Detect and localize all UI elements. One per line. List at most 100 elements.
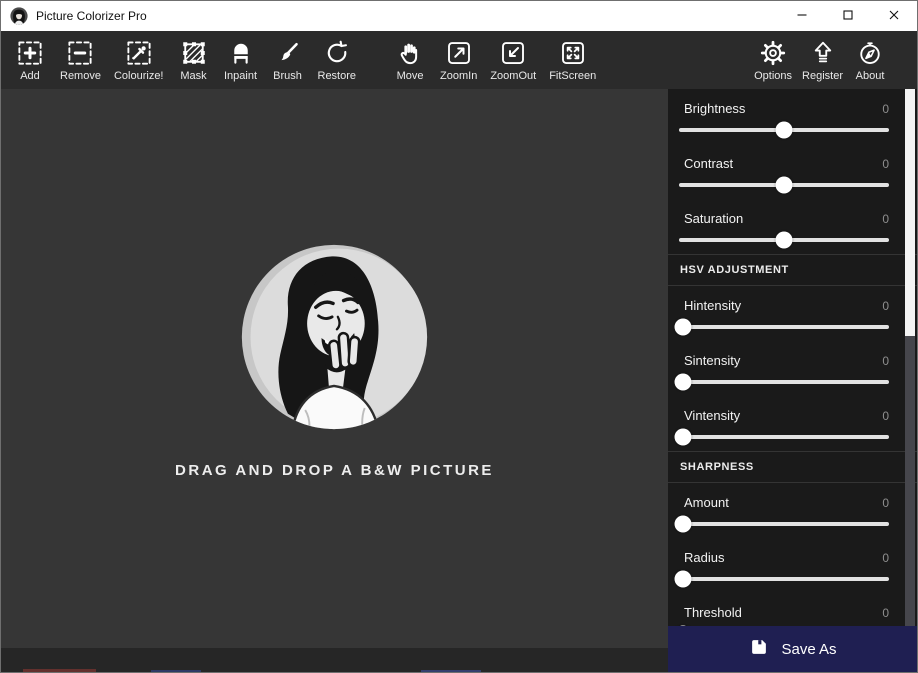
slider-value-threshold: 0 xyxy=(882,606,889,620)
drop-zone[interactable]: DRAG AND DROP A B&W PICTURE xyxy=(175,241,494,479)
tool-register[interactable]: Register xyxy=(802,36,843,82)
save-as-label: Save As xyxy=(781,641,836,658)
slider-group-sintensity: Sintensity0 xyxy=(679,341,889,396)
cropped-content-fragment xyxy=(151,670,201,672)
tool-zoomin[interactable]: ZoomIn xyxy=(440,36,477,82)
tool-colourize[interactable]: Colourize! xyxy=(114,36,164,82)
window-controls xyxy=(779,1,917,31)
tool-options[interactable]: Options xyxy=(754,36,792,82)
slider-label-threshold: Threshold xyxy=(684,605,742,620)
vintensity-slider[interactable] xyxy=(679,435,889,439)
tool-label: Register xyxy=(802,70,843,82)
tool-label: Restore xyxy=(318,70,357,82)
slider-group-saturation: Saturation 0 xyxy=(679,199,889,254)
slider-label-radius: Radius xyxy=(684,550,724,565)
radius-slider-thumb[interactable] xyxy=(675,571,692,588)
image-canvas: DRAG AND DROP A B&W PICTURE xyxy=(1,89,668,648)
slider-group-hintensity: Hintensity 0 xyxy=(679,286,889,341)
titlebar: Picture Colorizer Pro xyxy=(1,1,917,31)
slider-value-saturation: 0 xyxy=(882,212,889,226)
minimize-icon xyxy=(796,9,808,24)
panel-scrollbar[interactable] xyxy=(905,89,915,626)
hintensity-slider[interactable] xyxy=(679,325,889,329)
close-button[interactable] xyxy=(871,1,917,31)
contrast-slider[interactable] xyxy=(679,183,889,187)
tool-zoomout[interactable]: ZoomOut xyxy=(490,36,536,82)
contrast-slider-thumb[interactable] xyxy=(776,177,793,194)
tool-label: Options xyxy=(754,70,792,82)
toolbar-left-group: Add Remove Colourize! Mask Inpaint Brush Resto… xyxy=(13,36,596,82)
toolbar: Add Remove Colourize! Mask Inpaint Brush Resto… xyxy=(1,31,917,89)
tool-fitscreen[interactable]: FitScreen xyxy=(549,36,596,82)
vintensity-slider-thumb[interactable] xyxy=(675,429,692,446)
sintensity-slider-thumb[interactable] xyxy=(675,374,692,391)
tool-label: Move xyxy=(397,70,424,82)
amount-slider-thumb[interactable] xyxy=(675,516,692,533)
colourize-icon xyxy=(124,36,154,69)
about-compass-icon xyxy=(855,36,885,69)
slider-value-radius: 0 xyxy=(882,551,889,565)
slider-label-vintensity: Vintensity xyxy=(684,408,740,423)
tool-about[interactable]: About xyxy=(853,36,887,82)
register-arrow-icon xyxy=(808,36,838,69)
close-icon xyxy=(888,9,900,24)
slider-value-contrast: 0 xyxy=(882,157,889,171)
radius-slider[interactable] xyxy=(679,577,889,581)
tool-label: FitScreen xyxy=(549,70,596,82)
tool-add[interactable]: Add xyxy=(13,36,47,82)
options-gear-icon xyxy=(758,36,788,69)
brush-icon xyxy=(273,36,303,69)
tool-label: Inpaint xyxy=(224,70,257,82)
scrollbar-thumb[interactable] xyxy=(905,89,915,336)
amount-slider[interactable] xyxy=(679,522,889,526)
slider-group-radius: Radius 0 xyxy=(679,538,889,593)
slider-label-brightness: Brightness xyxy=(684,101,745,116)
toolbar-right-group: Options Register About xyxy=(754,36,887,82)
zoom-in-icon xyxy=(444,36,474,69)
tool-label: Add xyxy=(20,70,40,82)
tool-restore[interactable]: Restore xyxy=(318,36,357,82)
brightness-slider[interactable] xyxy=(679,128,889,132)
bottom-status-strip xyxy=(1,648,668,672)
tool-inpaint[interactable]: Inpaint xyxy=(224,36,258,82)
save-floppy-icon xyxy=(748,636,770,662)
slider-value-amount: 0 xyxy=(882,496,889,510)
section-header-hsv-adjustment: HSV ADJUSTMENT xyxy=(668,254,917,286)
slider-group-vintensity: Vintensity0 xyxy=(679,396,889,451)
maximize-button[interactable] xyxy=(825,1,871,31)
saturation-slider[interactable] xyxy=(679,238,889,242)
restore-icon xyxy=(322,36,352,69)
slider-label-saturation: Saturation xyxy=(684,211,743,226)
cropped-content-fragment xyxy=(421,670,481,672)
app-logo-icon xyxy=(10,7,28,25)
slider-group-brightness: Brightness0 xyxy=(679,89,889,144)
slider-group-contrast: Contrast0 xyxy=(679,144,889,199)
saturation-slider-thumb[interactable] xyxy=(776,232,793,249)
mask-icon xyxy=(179,36,209,69)
zoom-out-icon xyxy=(498,36,528,69)
tool-mask[interactable]: Mask xyxy=(177,36,211,82)
adjustments-panel: Brightness0Contrast0Saturation0HSV ADJUS… xyxy=(668,89,917,672)
remove-icon xyxy=(65,36,95,69)
tool-label: ZoomIn xyxy=(440,70,477,82)
bw-portrait-placeholder-image xyxy=(238,241,430,438)
slider-value-hintensity: 0 xyxy=(882,299,889,313)
save-as-button[interactable]: Save As xyxy=(668,626,917,672)
slider-label-hintensity: Hintensity xyxy=(684,298,741,313)
tool-remove[interactable]: Remove xyxy=(60,36,101,82)
drop-hint-text: DRAG AND DROP A B&W PICTURE xyxy=(175,462,494,479)
tool-label: ZoomOut xyxy=(490,70,536,82)
cropped-content-fragment xyxy=(23,669,96,672)
brightness-slider-thumb[interactable] xyxy=(776,122,793,139)
add-icon xyxy=(15,36,45,69)
hintensity-slider-thumb[interactable] xyxy=(675,319,692,336)
tool-brush[interactable]: Brush xyxy=(271,36,305,82)
tool-label: Colourize! xyxy=(114,70,164,82)
tool-move[interactable]: Move xyxy=(393,36,427,82)
minimize-button[interactable] xyxy=(779,1,825,31)
fit-screen-icon xyxy=(558,36,588,69)
slider-value-sintensity: 0 xyxy=(882,354,889,368)
slider-group-amount: Amount0 xyxy=(679,483,889,538)
maximize-icon xyxy=(842,9,854,24)
sintensity-slider[interactable] xyxy=(679,380,889,384)
